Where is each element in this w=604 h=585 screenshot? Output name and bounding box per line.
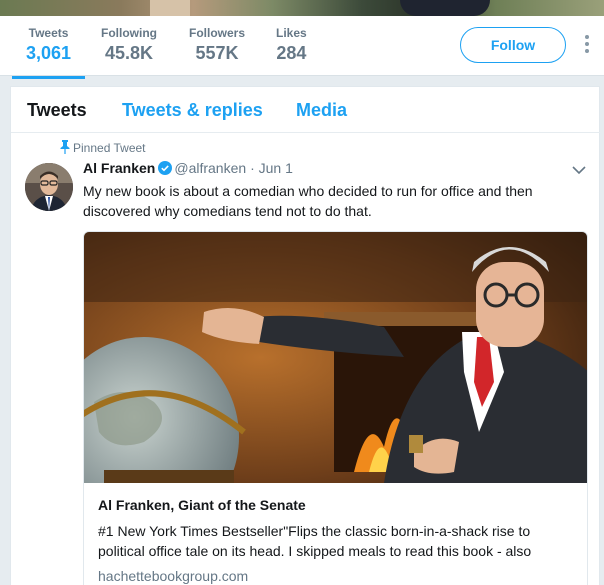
tweet-date[interactable]: Jun 1 <box>259 160 293 176</box>
follow-button[interactable]: Follow <box>460 27 566 63</box>
author-handle[interactable]: @alfranken <box>174 160 246 176</box>
stat-label: Following <box>101 26 157 40</box>
stat-likes[interactable]: Likes 284 <box>276 26 307 64</box>
card-title: Al Franken, Giant of the Senate <box>98 497 306 513</box>
tab-tweets-replies[interactable]: Tweets & replies <box>122 100 263 121</box>
verified-badge-icon <box>158 161 173 175</box>
avatar[interactable] <box>25 163 73 211</box>
tweet-header: Al Franken @alfranken · Jun 1 <box>83 160 293 176</box>
timeline-tabs: Tweets Tweets & replies Media <box>11 87 601 133</box>
stat-value: 45.8K <box>104 43 154 63</box>
more-options-icon[interactable] <box>584 35 590 55</box>
pinned-tweet-label: Pinned Tweet <box>73 141 146 155</box>
stat-value: 557K <box>195 43 239 63</box>
stat-label: Tweets <box>28 26 69 40</box>
stat-tweets[interactable]: Tweets 3,061 <box>11 26 86 79</box>
tab-tweets[interactable]: Tweets <box>27 100 87 121</box>
card-domain: hachettebookgroup.com <box>98 568 249 584</box>
stat-value: 3,061 <box>26 43 72 63</box>
stat-label: Followers <box>189 26 246 40</box>
profile-nav: Tweets 3,061 Following 45.8K Followers 5… <box>0 16 604 79</box>
stat-followers[interactable]: Followers 557K <box>189 26 245 64</box>
pin-icon <box>60 140 70 154</box>
stat-following[interactable]: Following 45.8K <box>101 26 157 64</box>
author-name[interactable]: Al Franken <box>83 160 155 176</box>
profile-banner <box>0 0 604 16</box>
stat-value: 284 <box>276 43 307 63</box>
stat-label: Likes <box>276 26 307 40</box>
card-image <box>84 232 587 483</box>
timeline: Tweets Tweets & replies Media Pinned Twe… <box>10 86 601 585</box>
tab-media[interactable]: Media <box>296 100 347 121</box>
card-description: #1 New York Times Bestseller"Flips the c… <box>98 523 532 559</box>
chevron-down-icon[interactable] <box>572 165 586 175</box>
tweet-text: My new book is about a comedian who deci… <box>83 183 533 219</box>
card-body: Al Franken, Giant of the Senate #1 New Y… <box>84 483 587 585</box>
link-card[interactable]: Al Franken, Giant of the Senate #1 New Y… <box>83 231 588 585</box>
separator-dot: · <box>250 160 255 176</box>
